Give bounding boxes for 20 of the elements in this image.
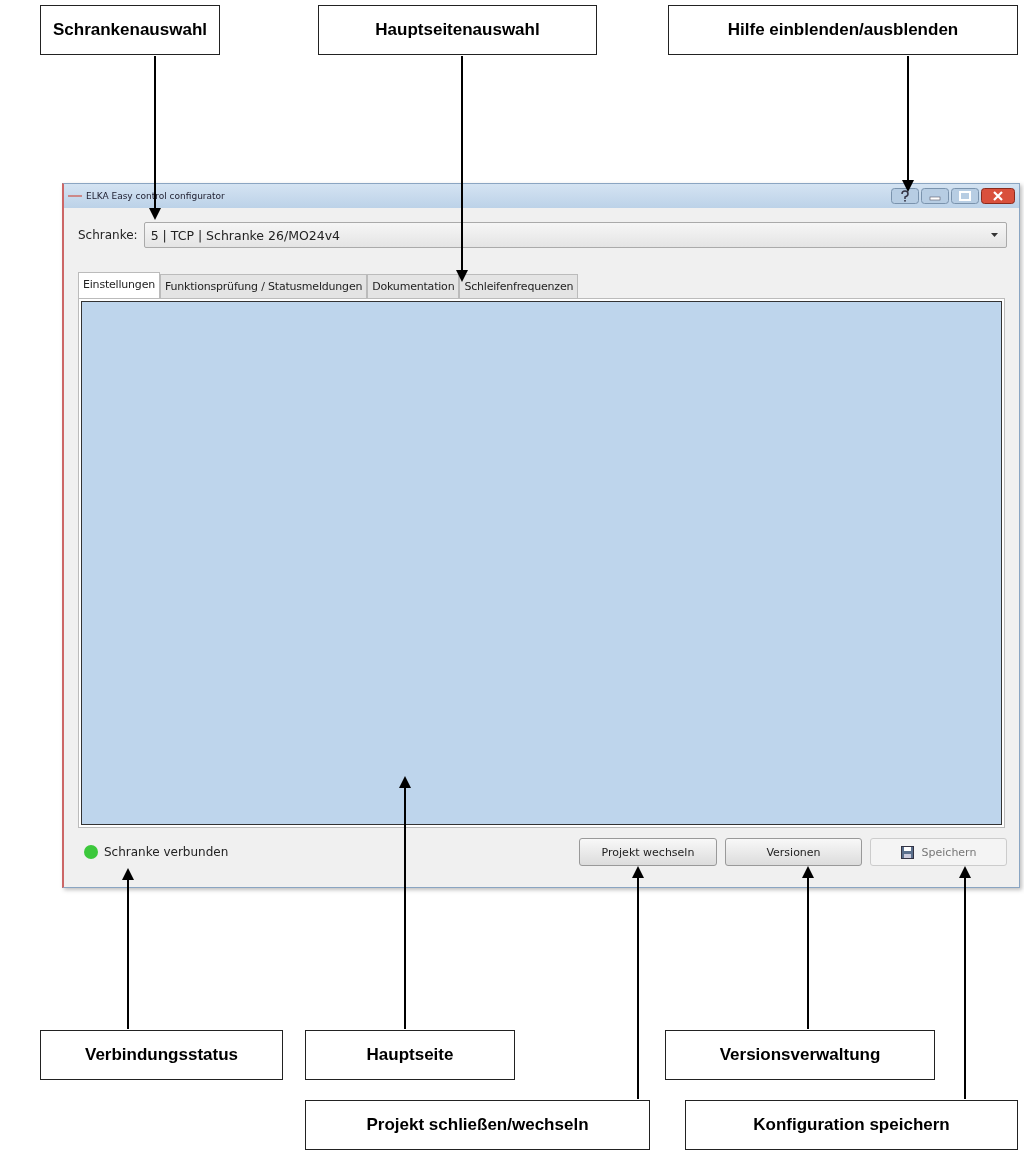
action-button[interactable]: Versionen xyxy=(725,838,862,866)
tab[interactable]: Funktionsprüfung / Statusmeldungen xyxy=(159,274,368,298)
callout-label: Versionsverwaltung xyxy=(665,1030,935,1080)
callout-label: Schrankenauswahl xyxy=(40,5,220,55)
tab[interactable]: Dokumentation xyxy=(367,274,460,298)
callout-label: Hauptseite xyxy=(305,1030,515,1080)
tab[interactable]: Einstellungen xyxy=(78,272,160,298)
callout-label: Konfiguration speichern xyxy=(685,1100,1018,1150)
action-button[interactable]: Projekt wechseln xyxy=(579,838,717,866)
close-icon[interactable] xyxy=(981,188,1015,204)
callout-label: Projekt schließen/wechseln xyxy=(305,1100,650,1150)
callout-label: Hauptseitenauswahl xyxy=(318,5,597,55)
callout-label: Hilfe einblenden/ausblenden xyxy=(668,5,1018,55)
help-icon[interactable] xyxy=(891,188,919,204)
tab[interactable]: Schleifenfrequenzen xyxy=(459,274,579,298)
schranke-dropdown[interactable]: 5 | TCP | Schranke 26/MO24v4 xyxy=(143,222,1007,248)
status-text: Schranke verbunden xyxy=(104,845,229,859)
schranke-label: Schranke: xyxy=(78,228,138,242)
callout-label: Verbindungsstatus xyxy=(40,1030,283,1080)
caret-icon xyxy=(991,233,998,237)
